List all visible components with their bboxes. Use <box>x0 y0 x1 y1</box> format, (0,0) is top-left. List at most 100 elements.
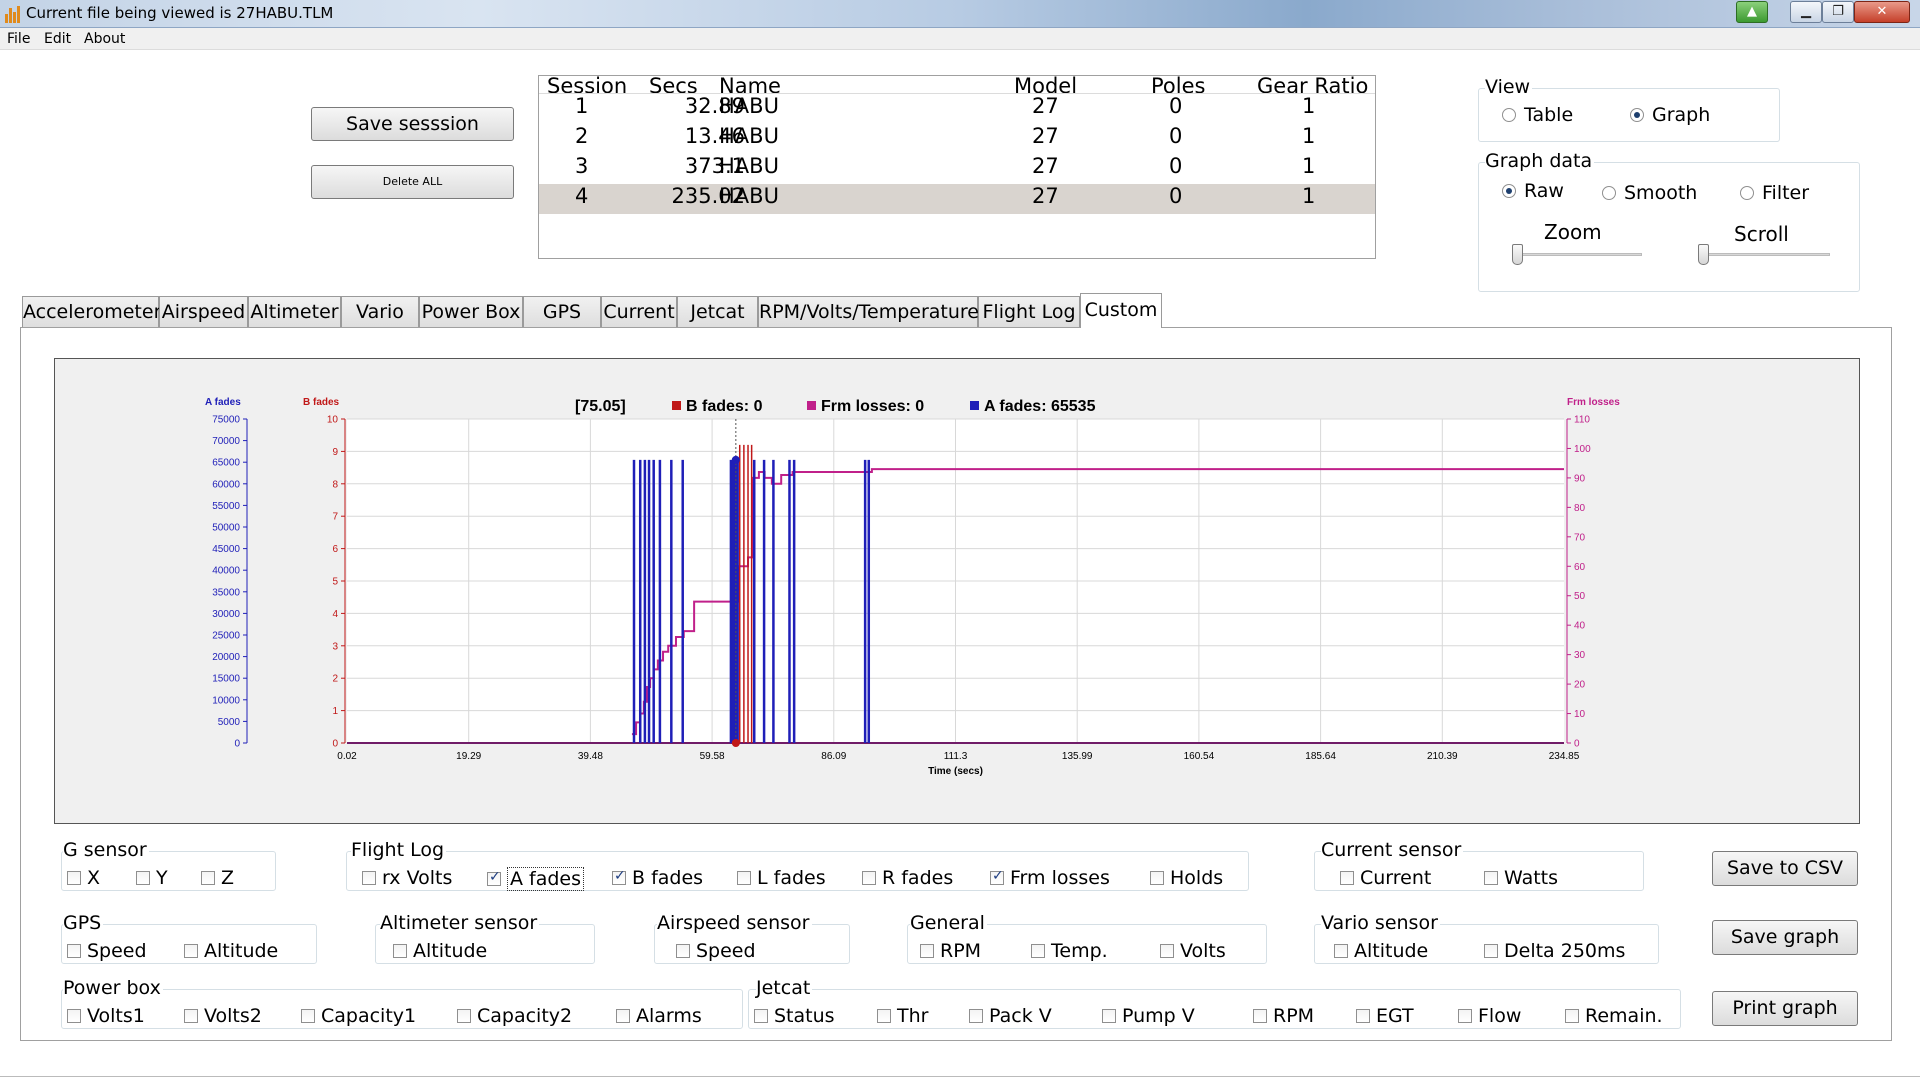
airspeed-speed-checkbox[interactable]: Speed <box>676 940 756 962</box>
x-tick-label: 39.48 <box>578 751 603 762</box>
maximize-icon[interactable]: ❐ <box>1822 1 1854 23</box>
tab-jetcat[interactable]: Jetcat <box>677 296 758 327</box>
vario-altitude-checkbox[interactable]: Altitude <box>1334 940 1428 962</box>
minimize-icon[interactable]: ▁ <box>1790 1 1822 23</box>
jetcat-rpm-checkbox[interactable]: RPM <box>1253 1005 1314 1027</box>
b-fades-checkbox[interactable]: B fades <box>612 867 703 889</box>
scroll-slider-thumb[interactable] <box>1698 244 1709 265</box>
view-table-radio[interactable]: Table <box>1502 104 1573 126</box>
jetcat-thr-checkbox[interactable]: Thr <box>877 1005 928 1027</box>
view-graph-radio[interactable]: Graph <box>1630 104 1710 126</box>
jetcat-pump-v-checkbox[interactable]: Pump V <box>1102 1005 1195 1027</box>
close-icon[interactable]: ✕ <box>1854 1 1910 23</box>
filter-radio[interactable]: Filter <box>1740 182 1809 204</box>
tab-current[interactable]: Current <box>601 296 677 327</box>
altimeter-altitude-checkbox[interactable]: Altitude <box>393 940 487 962</box>
volts1-checkbox[interactable]: Volts1 <box>67 1005 145 1027</box>
a-fades-axis-tick-label: 35000 <box>212 587 240 598</box>
table-row[interactable]: 2 13.46 HABU 27 0 1 <box>539 124 1375 154</box>
checkbox-icon <box>1484 871 1498 885</box>
holds-checkbox[interactable]: Holds <box>1150 867 1223 889</box>
save-to-csv-button[interactable]: Save to CSV <box>1712 851 1858 886</box>
tab-altimeter[interactable]: Altimeter <box>248 296 341 327</box>
frm-losses-checkbox[interactable]: Frm losses <box>990 867 1110 889</box>
volts-checkbox[interactable]: Volts <box>1160 940 1226 962</box>
delete-all-button[interactable]: Delete ALL <box>311 165 514 199</box>
tab-gps[interactable]: GPS <box>523 296 601 327</box>
checkbox-icon <box>1340 871 1354 885</box>
capacity2-checkbox[interactable]: Capacity2 <box>457 1005 572 1027</box>
table-row[interactable]: 1 32.89 HABU 27 0 1 <box>539 94 1375 124</box>
raw-radio[interactable]: Raw <box>1502 180 1564 202</box>
checkbox-label: Altitude <box>413 940 488 962</box>
g-x-checkbox[interactable]: X <box>67 867 100 889</box>
table-row-selected[interactable]: 4 235.02 HABU 27 0 1 <box>539 184 1375 214</box>
jetcat-status-checkbox[interactable]: Status <box>754 1005 835 1027</box>
tab-custom[interactable]: Custom <box>1080 293 1162 328</box>
checkbox-icon <box>877 1009 891 1023</box>
g-y-checkbox[interactable]: Y <box>136 867 168 889</box>
rx-volts-checkbox[interactable]: rx Volts <box>362 867 452 889</box>
zoom-slider-track[interactable] <box>1512 253 1642 256</box>
checkbox-icon <box>301 1009 315 1023</box>
save-graph-button[interactable]: Save graph <box>1712 920 1858 955</box>
capacity1-checkbox[interactable]: Capacity1 <box>301 1005 416 1027</box>
status-divider <box>0 1076 1920 1077</box>
cell-model: 27 <box>1032 94 1059 118</box>
jetcat-flow-checkbox[interactable]: Flow <box>1458 1005 1521 1027</box>
checkbox-icon <box>393 944 407 958</box>
checkbox-icon <box>1160 944 1174 958</box>
scroll-label: Scroll <box>1734 222 1791 246</box>
volts2-checkbox[interactable]: Volts2 <box>184 1005 262 1027</box>
menu-edit[interactable]: Edit <box>44 31 71 47</box>
menu-about[interactable]: About <box>84 31 125 47</box>
frm-losses-axis-tick-label: 10 <box>1574 709 1586 720</box>
view-label: View <box>1485 76 1533 98</box>
x-tick-label: 0.02 <box>337 751 357 762</box>
print-graph-button[interactable]: Print graph <box>1712 991 1858 1026</box>
cell-poles: 0 <box>1169 94 1183 118</box>
tab-power-box[interactable]: Power Box <box>419 296 523 327</box>
smooth-radio[interactable]: Smooth <box>1602 182 1697 204</box>
window-title: Current file being viewed is 27HABU.TLM <box>26 4 334 22</box>
checkbox-label: A fades <box>507 867 585 891</box>
menu-file[interactable]: File <box>7 31 30 47</box>
a-fades-axis-tick-label: 10000 <box>212 695 240 706</box>
a-fades-checkbox[interactable]: A fades <box>487 867 585 891</box>
checkbox-label: B fades <box>632 867 704 889</box>
gps-altitude-checkbox[interactable]: Altitude <box>184 940 278 962</box>
temp-checkbox[interactable]: Temp. <box>1031 940 1108 962</box>
a-fades-axis-tick-label: 55000 <box>212 501 240 512</box>
checkbox-icon <box>1150 871 1164 885</box>
x-tick-label: 160.54 <box>1184 751 1215 762</box>
current-checkbox[interactable]: Current <box>1340 867 1431 889</box>
radio-icon <box>1602 186 1616 200</box>
gps-speed-checkbox[interactable]: Speed <box>67 940 147 962</box>
scroll-slider-track[interactable] <box>1700 253 1830 256</box>
session-table[interactable]: Session Secs Name Model Poles Gear Ratio… <box>538 75 1376 259</box>
a-fades-axis-tick-label: 50000 <box>212 523 240 534</box>
save-session-button[interactable]: Save sesssion <box>311 107 514 141</box>
tab-flight-log[interactable]: Flight Log <box>978 296 1080 327</box>
tray-icon[interactable]: ▲ <box>1736 1 1768 23</box>
zoom-slider-thumb[interactable] <box>1512 244 1523 265</box>
rpm-checkbox[interactable]: RPM <box>920 940 981 962</box>
frm-losses-axis-tick-label: 60 <box>1574 562 1586 573</box>
watts-checkbox[interactable]: Watts <box>1484 867 1558 889</box>
tab-airspeed[interactable]: Airspeed <box>159 296 248 327</box>
tab-accelerometer[interactable]: Accelerometer <box>22 296 161 327</box>
b-fades-axis-title: B fades <box>303 397 340 408</box>
jetcat-pack-v-checkbox[interactable]: Pack V <box>969 1005 1052 1027</box>
gps-label: GPS <box>63 912 104 934</box>
tab-vario[interactable]: Vario <box>341 296 419 327</box>
delta-250ms-checkbox[interactable]: Delta 250ms <box>1484 940 1625 962</box>
tab-rpm-volts-temperature[interactable]: RPM/Volts/Temperature <box>758 296 979 327</box>
g-z-checkbox[interactable]: Z <box>201 867 234 889</box>
r-fades-checkbox[interactable]: R fades <box>862 867 953 889</box>
table-row[interactable]: 3 373.1 HABU 27 0 1 <box>539 154 1375 184</box>
alarms-checkbox[interactable]: Alarms <box>616 1005 702 1027</box>
jetcat-remain-checkbox[interactable]: Remain. <box>1565 1005 1663 1027</box>
jetcat-egt-checkbox[interactable]: EGT <box>1356 1005 1414 1027</box>
a-fades-axis-tick-label: 30000 <box>212 609 240 620</box>
l-fades-checkbox[interactable]: L fades <box>737 867 826 889</box>
